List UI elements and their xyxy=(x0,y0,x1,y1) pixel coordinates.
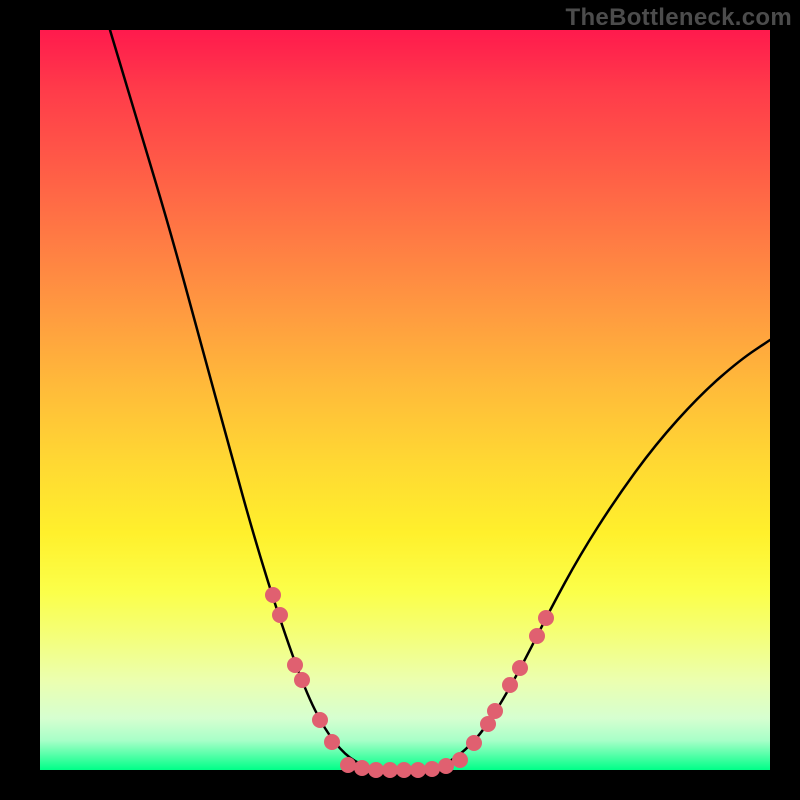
right-slope-markers xyxy=(466,610,554,751)
marker-dot xyxy=(272,607,288,623)
marker-dot xyxy=(354,760,370,776)
marker-dot xyxy=(396,762,412,778)
chart-frame: TheBottleneck.com xyxy=(0,0,800,800)
marker-dot xyxy=(438,758,454,774)
marker-dot xyxy=(294,672,310,688)
marker-dot xyxy=(512,660,528,676)
marker-dot xyxy=(529,628,545,644)
marker-dot xyxy=(382,762,398,778)
marker-dot xyxy=(324,734,340,750)
chart-plot-area xyxy=(40,30,770,770)
marker-dot xyxy=(538,610,554,626)
marker-dot xyxy=(410,762,426,778)
bottleneck-curve xyxy=(110,30,770,770)
chart-svg xyxy=(40,30,770,770)
marker-dot xyxy=(265,587,281,603)
marker-dot xyxy=(287,657,303,673)
marker-dot xyxy=(452,752,468,768)
marker-dot xyxy=(502,677,518,693)
flat-segment-markers xyxy=(340,752,468,778)
marker-dot xyxy=(487,703,503,719)
left-slope-markers xyxy=(265,587,340,750)
marker-dot xyxy=(424,761,440,777)
marker-dot xyxy=(466,735,482,751)
marker-dot xyxy=(340,757,356,773)
marker-dot xyxy=(368,762,384,778)
watermark-text: TheBottleneck.com xyxy=(566,4,792,32)
marker-dot xyxy=(312,712,328,728)
